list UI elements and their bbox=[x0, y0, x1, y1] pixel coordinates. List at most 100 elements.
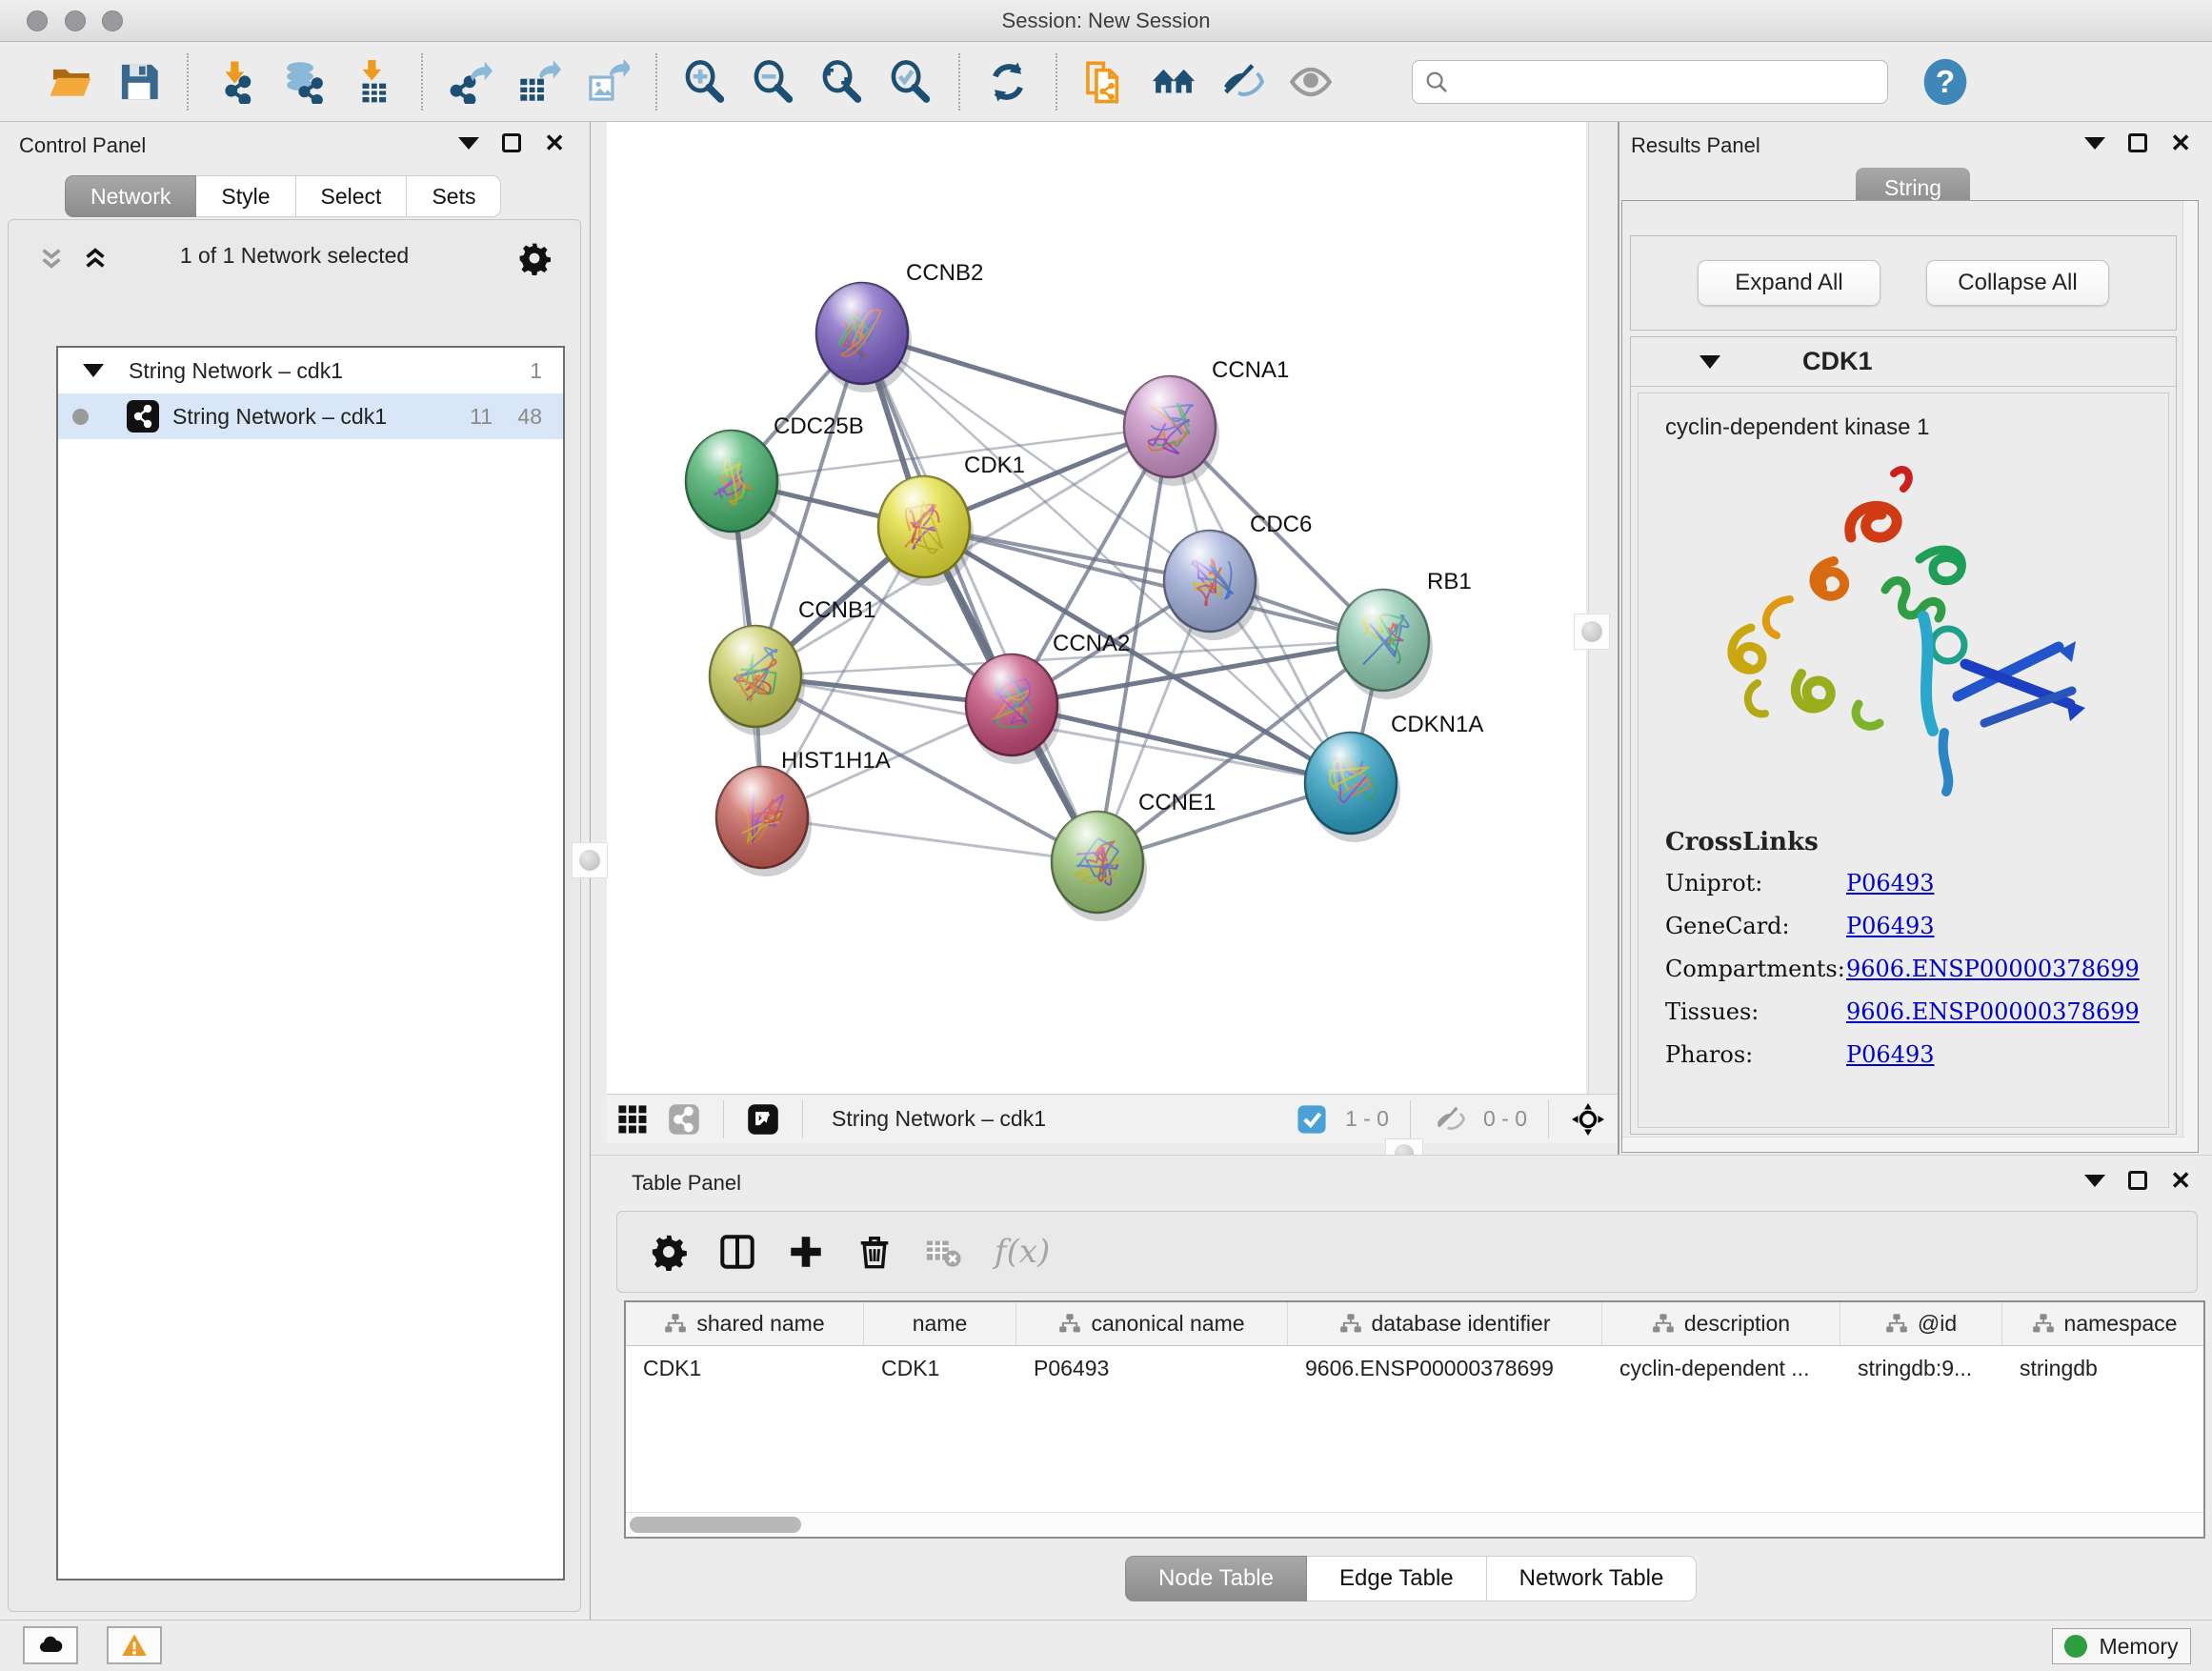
column-header-description[interactable]: description bbox=[1602, 1302, 1840, 1345]
export-image-button[interactable] bbox=[581, 55, 634, 109]
collection-count: 1 bbox=[530, 358, 542, 384]
network-node-CDC25B[interactable]: CDC25B bbox=[686, 413, 864, 540]
open-session-button[interactable] bbox=[44, 55, 97, 109]
show-columns-button[interactable] bbox=[711, 1225, 764, 1278]
network-node-CCNB2[interactable]: CCNB2 bbox=[816, 260, 983, 393]
search-input[interactable] bbox=[1457, 70, 1876, 94]
zoom-selected-button[interactable] bbox=[884, 55, 937, 109]
crosslink-label: Uniprot: bbox=[1665, 870, 1846, 896]
selected-nodes-checkbox[interactable] bbox=[1296, 1103, 1328, 1136]
tab-sets[interactable]: Sets bbox=[407, 175, 501, 217]
zoom-out-icon bbox=[752, 60, 795, 104]
panel-float-icon[interactable] bbox=[2128, 1171, 2147, 1190]
warning-icon bbox=[121, 1632, 148, 1659]
collection-expand-icon[interactable] bbox=[83, 364, 104, 377]
crosslink-link[interactable]: P06493 bbox=[1846, 870, 1935, 896]
import-table-from-file-button[interactable] bbox=[347, 55, 400, 109]
crosslink-link[interactable]: 9606.ENSP00000378699 bbox=[1846, 956, 2140, 982]
panel-close-icon[interactable]: ✕ bbox=[544, 133, 565, 152]
panel-minimize-icon[interactable] bbox=[2084, 1175, 2105, 1187]
network-node-CDKN1A[interactable]: CDKN1A bbox=[1305, 712, 1483, 842]
column-header--id[interactable]: @id bbox=[1840, 1302, 2002, 1345]
delete-column-button[interactable] bbox=[848, 1225, 901, 1278]
warning-status-button[interactable] bbox=[107, 1626, 162, 1664]
export-network-button[interactable] bbox=[444, 55, 497, 109]
shared-column-icon bbox=[1652, 1313, 1675, 1336]
export-network-icon bbox=[449, 60, 493, 104]
tab-network[interactable]: Network bbox=[65, 175, 196, 217]
zoom-out-button[interactable] bbox=[747, 55, 800, 109]
help-button[interactable]: ? bbox=[1920, 55, 1970, 109]
column-header-name[interactable]: name bbox=[864, 1302, 1016, 1345]
zoom-in-button[interactable] bbox=[678, 55, 732, 109]
panel-close-icon[interactable]: ✕ bbox=[2170, 1171, 2191, 1190]
tab-node-table[interactable]: Node Table bbox=[1125, 1556, 1307, 1601]
window-close-button[interactable] bbox=[27, 10, 48, 31]
current-network-indicator bbox=[72, 409, 89, 425]
results-vertical-scrollbar[interactable] bbox=[2182, 201, 2198, 1152]
network-canvas[interactable]: CCNB2CCNA1CDC25BCDK1CDC6RB1CCNB1CCNA2CDK… bbox=[607, 122, 1586, 1094]
crosslink-link[interactable]: 9606.ENSP00000378699 bbox=[1846, 998, 2140, 1025]
show-all-button[interactable] bbox=[1284, 55, 1337, 109]
window-zoom-button[interactable] bbox=[102, 10, 123, 31]
window-minimize-button[interactable] bbox=[65, 10, 86, 31]
grid-mode-button[interactable] bbox=[616, 1103, 649, 1136]
network-options-gear-icon[interactable] bbox=[517, 241, 552, 280]
network-node-HIST1H1A[interactable]: HIST1H1A bbox=[716, 748, 891, 876]
right-divider-grip[interactable] bbox=[1574, 614, 1610, 650]
panel-float-icon[interactable] bbox=[502, 133, 521, 152]
panel-minimize-icon[interactable] bbox=[458, 137, 479, 150]
hide-selected-button[interactable] bbox=[1216, 55, 1269, 109]
create-column-button[interactable] bbox=[779, 1225, 833, 1278]
protein-section-header[interactable]: CDK1 bbox=[1631, 337, 2176, 387]
network-footer-bar: String Network – cdk1 1 - 0 0 - 0 bbox=[607, 1094, 1618, 1143]
tab-network-table[interactable]: Network Table bbox=[1487, 1556, 1698, 1601]
network-collection-row[interactable]: String Network – cdk1 1 bbox=[58, 348, 563, 393]
crosslink-link[interactable]: P06493 bbox=[1846, 913, 1935, 939]
tab-edge-table[interactable]: Edge Table bbox=[1307, 1556, 1487, 1601]
scrollbar-thumb[interactable] bbox=[630, 1517, 801, 1533]
column-header-shared-name[interactable]: shared name bbox=[626, 1302, 864, 1345]
apply-preferred-layout-button[interactable] bbox=[981, 55, 1035, 109]
panel-minimize-icon[interactable] bbox=[2084, 137, 2105, 150]
save-session-button[interactable] bbox=[112, 55, 166, 109]
table-panel: Table Panel ✕ f(x) shared namenamecanoni… bbox=[592, 1155, 2212, 1620]
panel-close-icon[interactable]: ✕ bbox=[2170, 133, 2191, 152]
network-row[interactable]: String Network – cdk1 11 48 bbox=[58, 393, 563, 439]
network-node-CCNE1[interactable]: CCNE1 bbox=[1052, 790, 1216, 921]
zoom-fit-button[interactable] bbox=[815, 55, 869, 109]
left-divider-grip[interactable] bbox=[572, 842, 608, 878]
import-network-from-file-button[interactable] bbox=[210, 55, 263, 109]
network-node-CCNA1[interactable]: CCNA1 bbox=[1124, 357, 1289, 486]
network-node-CCNB1[interactable]: CCNB1 bbox=[710, 597, 875, 735]
crosslink-link[interactable]: P06493 bbox=[1846, 1041, 1935, 1068]
table-horizontal-scrollbar[interactable] bbox=[626, 1512, 2203, 1537]
network-view-mode-button[interactable] bbox=[668, 1103, 700, 1136]
network-node-CDC6[interactable]: CDC6 bbox=[1164, 512, 1312, 640]
results-horizontal-scrollbar[interactable] bbox=[1622, 1137, 2184, 1152]
collapse-section-icon[interactable] bbox=[1699, 355, 1720, 369]
column-header-canonical-name[interactable]: canonical name bbox=[1016, 1302, 1288, 1345]
string-home-button[interactable] bbox=[1147, 55, 1200, 109]
network-node-CDK1[interactable]: CDK1 bbox=[878, 453, 1025, 586]
expand-all-button[interactable]: Expand All bbox=[1698, 260, 1880, 306]
table-row[interactable]: CDK1CDK1P064939606.ENSP00000378699cyclin… bbox=[626, 1346, 2203, 1390]
export-table-icon bbox=[517, 60, 561, 104]
export-table-button[interactable] bbox=[513, 55, 566, 109]
birds-eye-view-button[interactable] bbox=[747, 1103, 779, 1136]
panel-float-icon[interactable] bbox=[2128, 133, 2147, 152]
crosslinks-title: CrossLinks bbox=[1665, 828, 2168, 856]
new-network-from-selection-button[interactable] bbox=[1078, 55, 1132, 109]
column-header-namespace[interactable]: namespace bbox=[2002, 1302, 2205, 1345]
table-settings-gear-icon[interactable] bbox=[642, 1225, 695, 1278]
import-network-from-database-button[interactable] bbox=[278, 55, 332, 109]
tab-select[interactable]: Select bbox=[296, 175, 408, 217]
cloud-status-button[interactable] bbox=[23, 1626, 78, 1664]
memory-button[interactable]: Memory bbox=[2052, 1628, 2191, 1664]
crosslink-label: Pharos: bbox=[1665, 1041, 1846, 1068]
tab-style[interactable]: Style bbox=[196, 175, 295, 217]
network-node-RB1[interactable]: RB1 bbox=[1337, 569, 1472, 699]
collapse-all-button[interactable]: Collapse All bbox=[1926, 260, 2109, 306]
column-header-database-identifier[interactable]: database identifier bbox=[1288, 1302, 1602, 1345]
center-view-button[interactable] bbox=[1572, 1103, 1604, 1136]
